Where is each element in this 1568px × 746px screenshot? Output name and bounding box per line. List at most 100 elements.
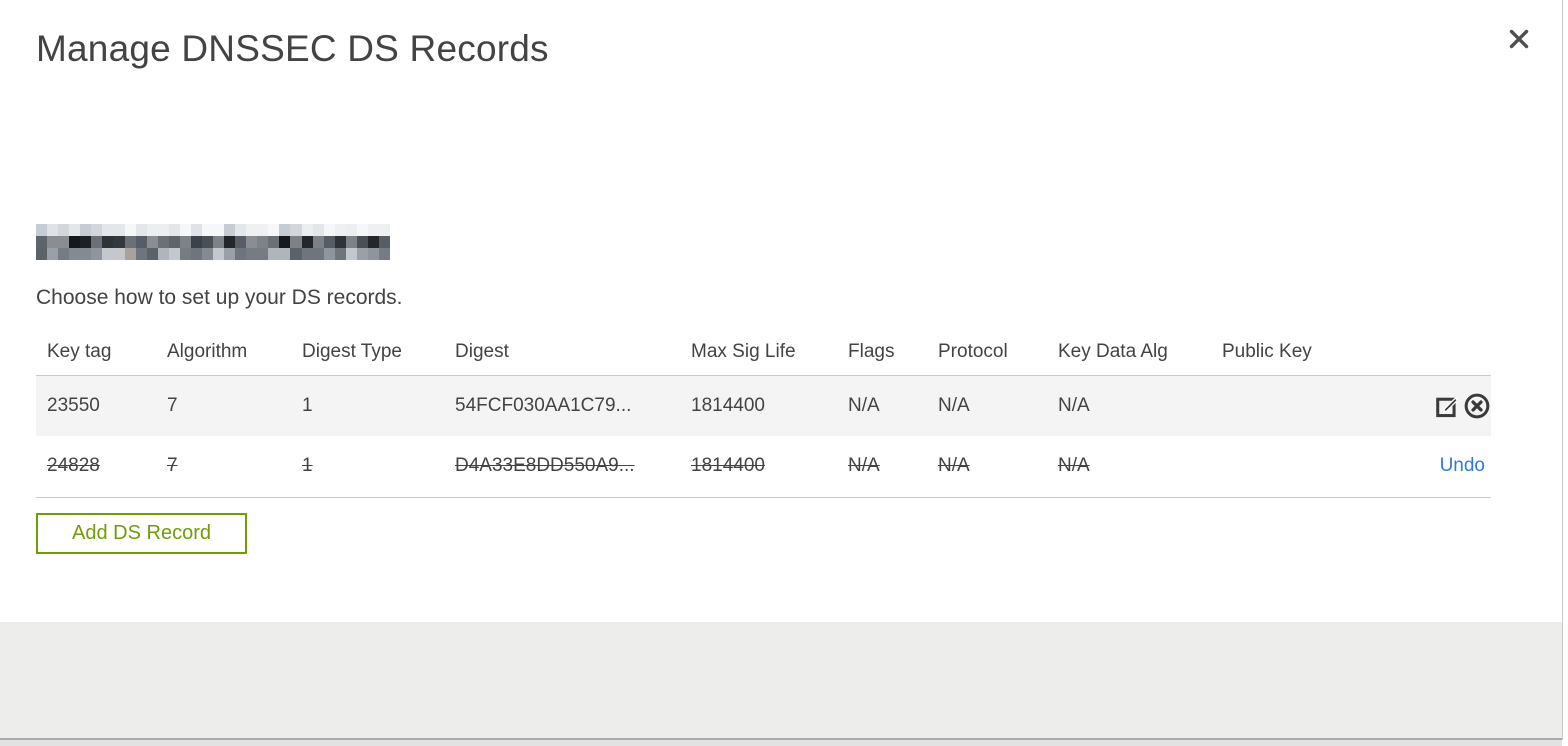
cell-value: 1814400: [691, 455, 765, 477]
cell-value: 54FCF030AA1C79...: [455, 394, 632, 416]
table-cell-protocol: N/A: [938, 436, 1058, 497]
table-row: 24828 7 1 D4A33E8DD550A9... 1814400 N/A N/A N/A…: [36, 436, 1491, 497]
redaction-pixel: [179, 236, 191, 248]
redaction-pixel: [312, 248, 324, 260]
column-header: Public Key: [1222, 341, 1312, 363]
redaction-pixel: [301, 236, 313, 248]
cell-value: 1: [302, 394, 313, 416]
table-header-row: Key tag Algorithm Digest Type Digest Max Sig…: [36, 330, 1491, 375]
redaction-pixel: [36, 224, 48, 236]
redaction-pixel: [334, 248, 346, 260]
redaction-pixel: [345, 236, 357, 248]
table-cell-flags: N/A: [848, 436, 938, 497]
redaction-pixel: [135, 224, 147, 236]
redaction-pixel: [168, 224, 180, 236]
redaction-pixel: [224, 224, 236, 236]
table-cell-max_sig_life: 1814400: [691, 436, 848, 497]
redaction-pixel: [179, 248, 191, 260]
redaction-pixel: [235, 236, 247, 248]
redaction-pixel: [135, 236, 147, 248]
redaction-pixel: [135, 248, 147, 260]
redaction-pixel: [246, 236, 258, 248]
redaction-pixel: [290, 248, 302, 260]
redaction-pixel: [378, 224, 390, 236]
redaction-pixel: [323, 224, 335, 236]
redaction-pixel: [58, 224, 70, 236]
redaction-pixel: [69, 236, 81, 248]
redaction-pixel: [80, 248, 92, 260]
redaction-pixel: [157, 248, 169, 260]
table-cell-key_tag: 24828: [36, 436, 167, 497]
redaction-pixel: [378, 236, 390, 248]
redaction-pixel: [224, 248, 236, 260]
redaction-pixel: [356, 224, 368, 236]
redaction-pixel: [113, 248, 125, 260]
redaction-pixel: [345, 248, 357, 260]
table-cell-digest: 54FCF030AA1C79...: [455, 375, 691, 436]
table-cell-public_key: [1222, 375, 1380, 436]
redaction-pixel: [213, 224, 225, 236]
redaction-pixel: [91, 248, 103, 260]
table-cell-algorithm: 7: [167, 436, 302, 497]
cell-value: 24828: [47, 455, 100, 477]
column-header: Flags: [848, 341, 895, 363]
add-ds-record-button[interactable]: Add DS Record: [36, 513, 247, 554]
redaction-pixel: [290, 224, 302, 236]
redaction-pixel: [146, 236, 158, 248]
redaction-pixel: [345, 224, 357, 236]
table-cell-protocol: N/A: [938, 375, 1058, 436]
cell-value: 1: [302, 455, 313, 477]
redaction-pixel: [91, 224, 103, 236]
page-below-modal: [0, 740, 1562, 746]
cell-value: N/A: [848, 394, 880, 416]
redaction-pixel: [69, 248, 81, 260]
cell-value: 7: [167, 455, 178, 477]
redaction-pixel: [80, 236, 92, 248]
column-header: Key Data Alg: [1058, 341, 1168, 363]
column-header: Digest Type: [302, 341, 402, 363]
manage-dnssec-modal: Manage DNSSEC DS Records Choose how to s…: [0, 0, 1568, 746]
undo-link[interactable]: Undo: [1440, 455, 1491, 476]
cell-value: N/A: [938, 455, 970, 477]
redaction-pixel: [102, 224, 114, 236]
table-row: 23550 7 1 54FCF030AA1C79... 1814400 N/A N/A N/A: [36, 375, 1491, 436]
footer-bar: Save Cancel: [0, 622, 1562, 738]
redacted-domain-name: [36, 224, 390, 260]
cell-value: N/A: [1058, 455, 1090, 477]
cell-value: N/A: [848, 455, 880, 477]
close-button[interactable]: [1498, 18, 1540, 60]
redaction-pixel: [179, 224, 191, 236]
cell-value: N/A: [1058, 394, 1090, 416]
redaction-pixel: [91, 236, 103, 248]
redaction-pixel: [356, 236, 368, 248]
ds-records-table: Key tag Algorithm Digest Type Digest Max Sig…: [36, 330, 1491, 498]
redaction-pixel: [301, 248, 313, 260]
redaction-pixel: [124, 236, 136, 248]
redaction-pixel: [201, 236, 213, 248]
edit-record-button[interactable]: [1434, 392, 1462, 420]
redaction-pixel: [378, 248, 390, 260]
redaction-pixel: [268, 248, 280, 260]
redaction-pixel: [58, 236, 70, 248]
redaction-pixel: [80, 224, 92, 236]
redaction-pixel: [47, 236, 59, 248]
redaction-pixel: [124, 224, 136, 236]
table-cell-public_key: [1222, 436, 1380, 497]
redaction-pixel: [213, 236, 225, 248]
redaction-pixel: [334, 224, 346, 236]
redaction-pixel: [279, 224, 291, 236]
redaction-pixel: [157, 224, 169, 236]
table-cell-algorithm: 7: [167, 375, 302, 436]
redaction-pixel: [36, 248, 48, 260]
redaction-pixel: [213, 248, 225, 260]
redaction-pixel: [146, 224, 158, 236]
redaction-pixel: [323, 248, 335, 260]
redaction-pixel: [201, 248, 213, 260]
redaction-pixel: [268, 224, 280, 236]
redaction-pixel: [257, 248, 269, 260]
redaction-pixel: [312, 224, 324, 236]
redaction-pixel: [113, 224, 125, 236]
redaction-pixel: [257, 236, 269, 248]
delete-record-button[interactable]: [1463, 392, 1491, 420]
table-cell-actions: Undo: [1380, 436, 1491, 497]
